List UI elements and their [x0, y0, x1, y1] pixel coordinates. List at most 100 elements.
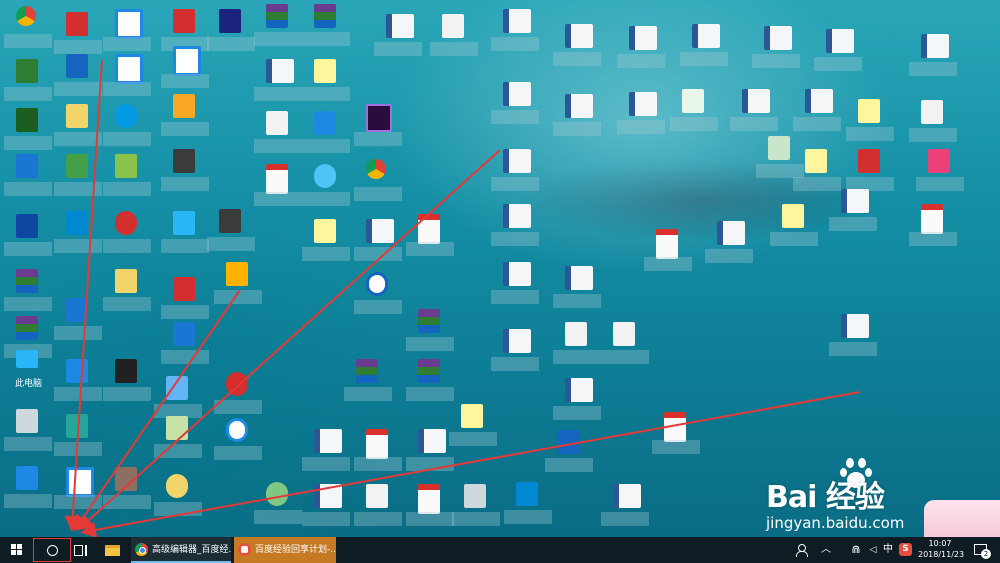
- desktop-file-word[interactable]: [676, 20, 732, 78]
- desktop-file-word[interactable]: [825, 185, 881, 243]
- desktop-file[interactable]: [350, 480, 406, 537]
- app-icon: [16, 108, 38, 132]
- desktop-recycle-bin[interactable]: [0, 405, 56, 463]
- desktop-file-word[interactable]: [905, 30, 961, 88]
- ie-icon: [16, 466, 38, 490]
- desktop-shortcut[interactable]: [99, 150, 155, 208]
- desktop-file-word[interactable]: [613, 88, 669, 146]
- desktop-file[interactable]: [597, 318, 653, 376]
- desktop-file-archive[interactable]: [298, 0, 354, 58]
- desktop-file[interactable]: [445, 400, 501, 458]
- desktop-file-word[interactable]: [825, 310, 881, 368]
- taskbar-app-chrome[interactable]: 高级编辑器_百度经...: [131, 537, 231, 563]
- file-icon: [464, 484, 486, 508]
- desktop-file[interactable]: [99, 265, 155, 323]
- desktop-shortcut[interactable]: [912, 145, 968, 203]
- desktop-shortcut[interactable]: [0, 150, 56, 208]
- desktop-shortcut-teamviewer[interactable]: [298, 107, 354, 165]
- desktop-file-word[interactable]: [701, 217, 757, 275]
- desktop-file[interactable]: [150, 412, 206, 470]
- desktop-shortcut-wechat[interactable]: [50, 150, 106, 208]
- desktop-shortcut[interactable]: [298, 160, 354, 218]
- desktop-shortcut[interactable]: [350, 268, 406, 326]
- desktop-shortcut[interactable]: [50, 355, 106, 413]
- desktop-file-pdf[interactable]: [648, 408, 704, 466]
- desktop-file-word[interactable]: [810, 25, 866, 83]
- desktop-shortcut-ie[interactable]: [50, 463, 106, 521]
- app-icon: [166, 376, 188, 400]
- desktop-file-word[interactable]: [487, 78, 543, 136]
- desktop-shortcut[interactable]: [50, 410, 106, 468]
- search-button[interactable]: [33, 538, 71, 562]
- desktop-file-word[interactable]: [487, 325, 543, 383]
- desktop-shortcut[interactable]: [210, 414, 266, 472]
- desktop-file-pdf[interactable]: [402, 210, 458, 268]
- desktop-file[interactable]: [766, 200, 822, 258]
- desktop-shortcut[interactable]: [50, 207, 106, 265]
- desktop-file-word[interactable]: [487, 258, 543, 316]
- desktop-shortcut-ie[interactable]: [0, 462, 56, 520]
- desktop-file-pdf[interactable]: [905, 200, 961, 258]
- desktop-shortcut[interactable]: [210, 258, 266, 316]
- app-icon: [557, 430, 579, 454]
- desktop-shortcut-qq[interactable]: [99, 355, 155, 413]
- word-icon: [921, 34, 949, 58]
- desktop-shortcut[interactable]: [157, 90, 213, 148]
- desktop-file-word[interactable]: [298, 480, 354, 537]
- action-center-button[interactable]: 2: [972, 537, 994, 563]
- start-button[interactable]: [0, 537, 32, 563]
- desktop-file-pdf[interactable]: [350, 425, 406, 483]
- desktop-file-word[interactable]: [487, 145, 543, 203]
- baidu-jingyan-icon: [238, 543, 251, 556]
- desktop-file[interactable]: [298, 215, 354, 273]
- show-hidden-icons-button[interactable]: ︿: [820, 537, 832, 563]
- desktop-shortcut[interactable]: [541, 426, 597, 484]
- taskbar-app-baidu-jingyan[interactable]: 百度经验回享计划-...: [234, 537, 336, 563]
- desktop-shortcut[interactable]: [157, 145, 213, 203]
- desktop-file[interactable]: [666, 85, 722, 143]
- desktop-file[interactable]: [426, 10, 482, 68]
- clock[interactable]: 10:07 2018/11/23: [918, 537, 964, 563]
- desktop-file-word[interactable]: [350, 215, 406, 273]
- network-button[interactable]: ⋒: [849, 537, 863, 563]
- archive-icon: [16, 316, 38, 340]
- ie-icon: [173, 46, 201, 76]
- desktop-file-archive[interactable]: [340, 355, 396, 413]
- desktop-file-word[interactable]: [549, 20, 605, 78]
- desktop-file-pdf[interactable]: [640, 225, 696, 283]
- desktop-file-word[interactable]: [298, 425, 354, 483]
- volume-button[interactable]: ◁: [867, 537, 879, 563]
- desktop-file-word[interactable]: [549, 374, 605, 432]
- desktop-file-word[interactable]: [789, 85, 845, 143]
- desktop-file-word[interactable]: [748, 22, 804, 80]
- desktop-shortcut-chrome[interactable]: [350, 155, 406, 213]
- people-button[interactable]: [795, 537, 809, 563]
- file-icon: [442, 14, 464, 38]
- desktop-file-word[interactable]: [487, 5, 543, 63]
- desktop-file-word[interactable]: [487, 200, 543, 258]
- word-icon: [418, 429, 446, 453]
- desktop-file-word[interactable]: [613, 22, 669, 80]
- desktop-file-word[interactable]: [370, 10, 426, 68]
- desktop-shortcut[interactable]: [157, 318, 213, 376]
- desktop-file[interactable]: [298, 55, 354, 113]
- desktop-shortcut[interactable]: [99, 207, 155, 265]
- desktop-file-word[interactable]: [597, 480, 653, 537]
- desktop-shortcut-premiere[interactable]: [350, 100, 406, 158]
- file-icon: [613, 322, 635, 346]
- word-icon: [764, 26, 792, 50]
- sogou-ime-icon[interactable]: S: [899, 543, 912, 556]
- desktop-shortcut-chrome[interactable]: [0, 2, 56, 60]
- task-view-button[interactable]: [72, 537, 94, 563]
- file-explorer-button[interactable]: [101, 537, 125, 563]
- desktop-shortcut[interactable]: [150, 470, 206, 528]
- input-method-indicator[interactable]: 中: [883, 537, 895, 563]
- word-icon: [613, 484, 641, 508]
- desktop-shortcut[interactable]: [0, 210, 56, 268]
- desktop-file[interactable]: [448, 480, 504, 537]
- desktop-file-word[interactable]: [549, 90, 605, 148]
- desktop-file-word[interactable]: [549, 262, 605, 320]
- desktop-shortcut[interactable]: [50, 294, 106, 352]
- desktop-shortcut[interactable]: [99, 463, 155, 521]
- desktop-shortcut[interactable]: [500, 478, 556, 536]
